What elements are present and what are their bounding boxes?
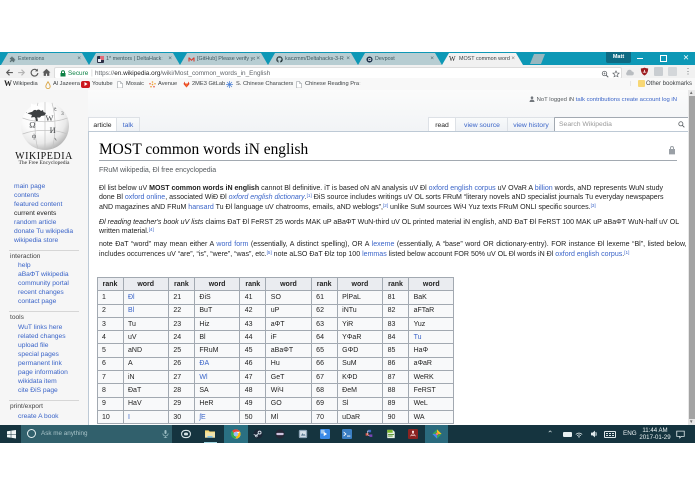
svg-text:܌: ܌ [54,137,58,143]
svg-text:ф: ф [32,132,36,139]
svg-text:W: W [46,114,54,123]
svg-text:3: 3 [61,111,64,117]
svg-text:Ω: Ω [29,119,35,129]
svg-text:И: И [50,126,56,135]
